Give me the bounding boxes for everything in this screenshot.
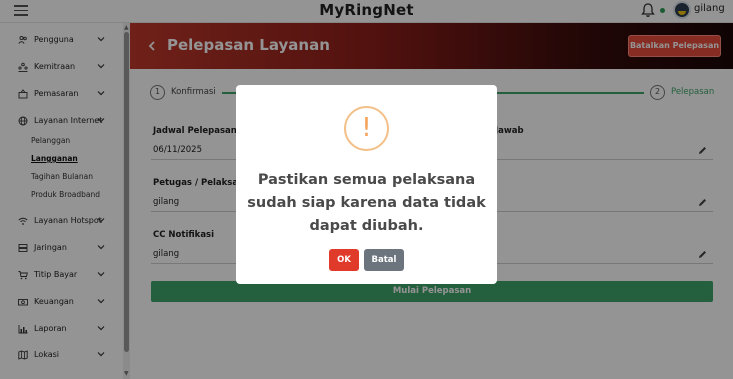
dialog-message: Pastikan semua pelaksana sudah siap kare… [247,172,486,234]
warning-icon: ! [344,106,389,151]
confirmation-dialog: ! Pastikan semua pelaksana sudah siap ka… [236,85,497,284]
cancel-button[interactable]: Batal [364,249,404,271]
ok-button[interactable]: OK [329,249,359,271]
